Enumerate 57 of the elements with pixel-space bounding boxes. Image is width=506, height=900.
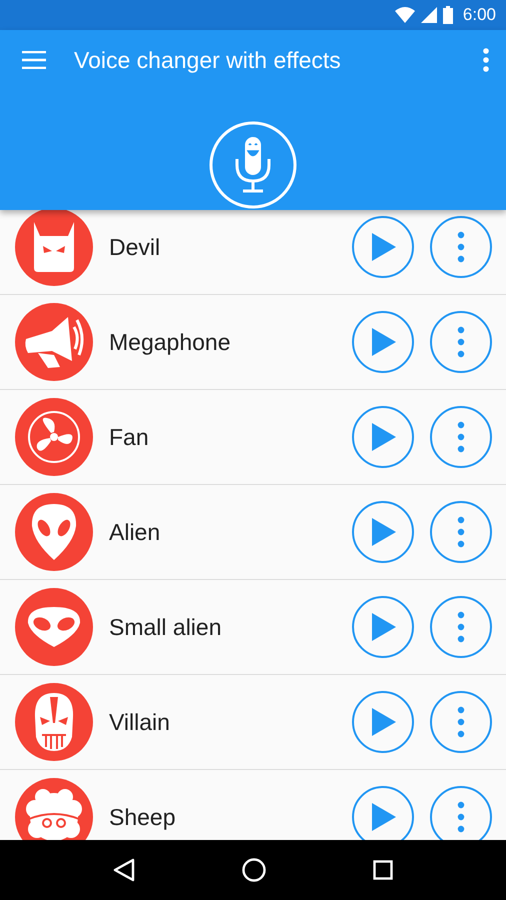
effect-row[interactable]: Small alien [0,580,506,675]
play-icon [370,233,396,261]
more-options-button[interactable] [430,216,492,278]
back-icon[interactable] [113,858,136,882]
home-icon[interactable] [242,858,266,882]
effect-name: Devil [109,234,162,260]
fan-icon [27,410,81,464]
skull-mask-icon [34,693,74,751]
effect-name: Villain [109,708,171,736]
effect-row[interactable]: Fan [0,390,506,485]
more-options-icon[interactable] [482,48,490,72]
effect-name: Alien [109,518,162,546]
recents-icon[interactable] [372,860,393,880]
play-icon [370,518,396,546]
more-options-icon [457,611,465,643]
effect-row[interactable]: Villain [0,675,506,770]
battery-icon [442,6,453,24]
menu-icon[interactable] [22,51,46,69]
play-button[interactable] [352,216,414,278]
devil-icon [31,222,77,272]
effect-name: Small alien [109,614,222,640]
play-icon [370,328,396,356]
effect-row[interactable]: Megaphone [0,295,506,390]
more-options-button[interactable] [430,691,492,753]
play-button[interactable] [352,406,414,468]
clock-time: 6:00 [462,5,496,25]
more-options-button[interactable] [430,406,492,468]
alien-icon [27,607,81,647]
alien-icon [31,504,77,560]
app-title: Voice changer with effects [74,46,342,74]
effect-name: Megaphone [109,328,232,356]
play-button[interactable] [352,501,414,563]
play-button[interactable] [352,311,414,373]
sheep-icon [23,789,85,840]
play-icon [370,423,396,451]
effect-row[interactable]: Alien [0,485,506,580]
play-button[interactable] [352,596,414,658]
megaphone-icon [24,315,84,369]
microphone-button[interactable] [208,120,298,210]
play-button[interactable] [352,691,414,753]
more-options-icon [457,801,465,833]
effect-name: Sheep [109,804,177,830]
more-options-icon [457,516,465,548]
more-options-icon [457,706,465,738]
more-options-button[interactable] [430,501,492,563]
more-options-icon [457,326,465,358]
play-icon [370,613,396,641]
effect-row[interactable]: Devil [0,210,506,295]
play-icon [370,803,396,831]
more-options-icon [457,421,465,453]
wifi-icon [394,7,415,23]
more-options-icon [457,231,465,263]
more-options-button[interactable] [430,596,492,658]
play-icon [370,708,396,736]
signal-icon [420,7,437,23]
effect-name: Fan [109,424,150,450]
more-options-button[interactable] [430,311,492,373]
